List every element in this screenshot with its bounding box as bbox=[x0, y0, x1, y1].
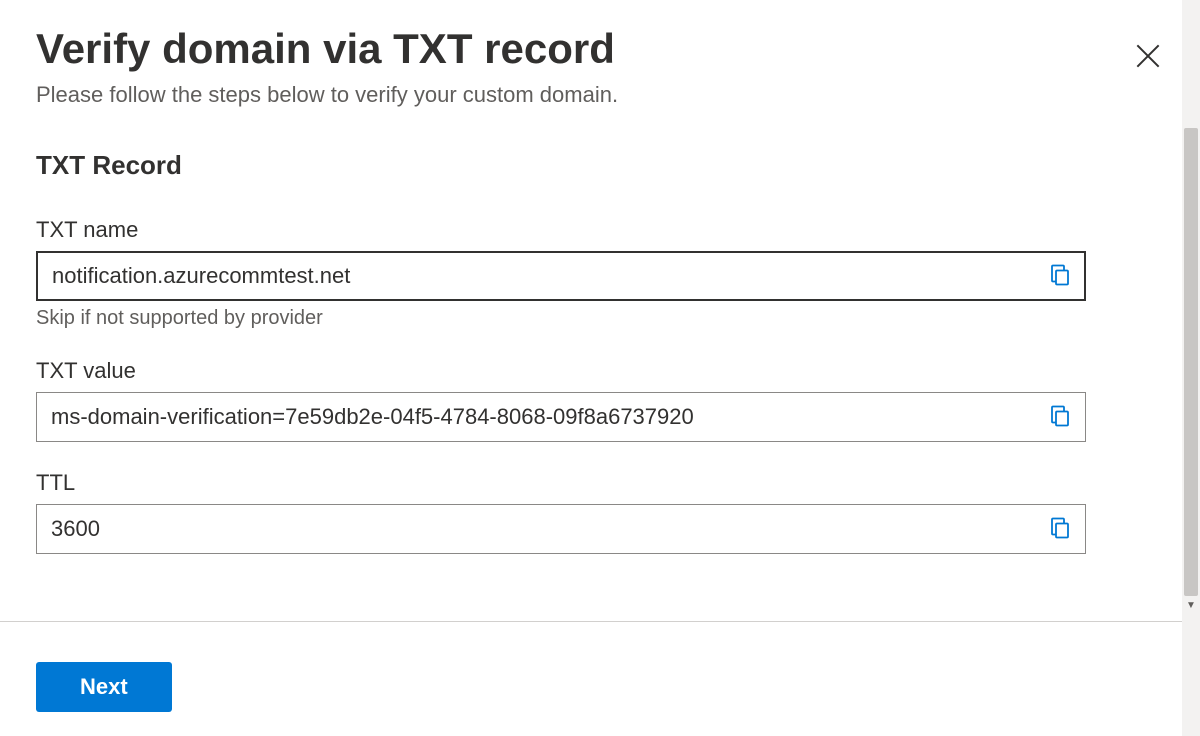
header-text: Verify domain via TXT record Please foll… bbox=[36, 24, 1124, 108]
copy-icon bbox=[1048, 263, 1072, 290]
field-group-ttl: TTL bbox=[36, 470, 1086, 554]
ttl-label: TTL bbox=[36, 470, 1086, 496]
copy-icon bbox=[1048, 516, 1072, 543]
scrollbar[interactable]: ▼ bbox=[1182, 0, 1200, 736]
header-row: Verify domain via TXT record Please foll… bbox=[36, 24, 1164, 108]
scrollbar-thumb[interactable] bbox=[1184, 128, 1198, 596]
next-button[interactable]: Next bbox=[36, 662, 172, 712]
close-icon bbox=[1132, 60, 1164, 75]
close-button[interactable] bbox=[1124, 32, 1172, 83]
footer: Next bbox=[36, 662, 172, 712]
separator bbox=[0, 621, 1182, 622]
txt-name-input-wrapper bbox=[36, 251, 1086, 301]
copy-txt-value-button[interactable] bbox=[1042, 398, 1078, 437]
field-group-txt-value: TXT value bbox=[36, 358, 1086, 442]
txt-name-input[interactable] bbox=[36, 251, 1086, 301]
verify-domain-panel: Verify domain via TXT record Please foll… bbox=[0, 0, 1200, 736]
page-subtitle: Please follow the steps below to verify … bbox=[36, 82, 1124, 108]
field-group-txt-name: TXT name Skip if not supported by provid… bbox=[36, 217, 1086, 330]
ttl-input-wrapper bbox=[36, 504, 1086, 554]
txt-name-helper: Skip if not supported by provider bbox=[36, 307, 1086, 330]
ttl-input[interactable] bbox=[36, 504, 1086, 554]
txt-value-label: TXT value bbox=[36, 358, 1086, 384]
copy-txt-name-button[interactable] bbox=[1042, 257, 1078, 296]
page-title: Verify domain via TXT record bbox=[36, 24, 1124, 74]
copy-ttl-button[interactable] bbox=[1042, 510, 1078, 549]
txt-value-input[interactable] bbox=[36, 392, 1086, 442]
copy-icon bbox=[1048, 404, 1072, 431]
txt-value-input-wrapper bbox=[36, 392, 1086, 442]
section-title: TXT Record bbox=[36, 150, 1164, 181]
txt-name-label: TXT name bbox=[36, 217, 1086, 243]
scrollbar-down-arrow[interactable]: ▼ bbox=[1182, 596, 1200, 614]
